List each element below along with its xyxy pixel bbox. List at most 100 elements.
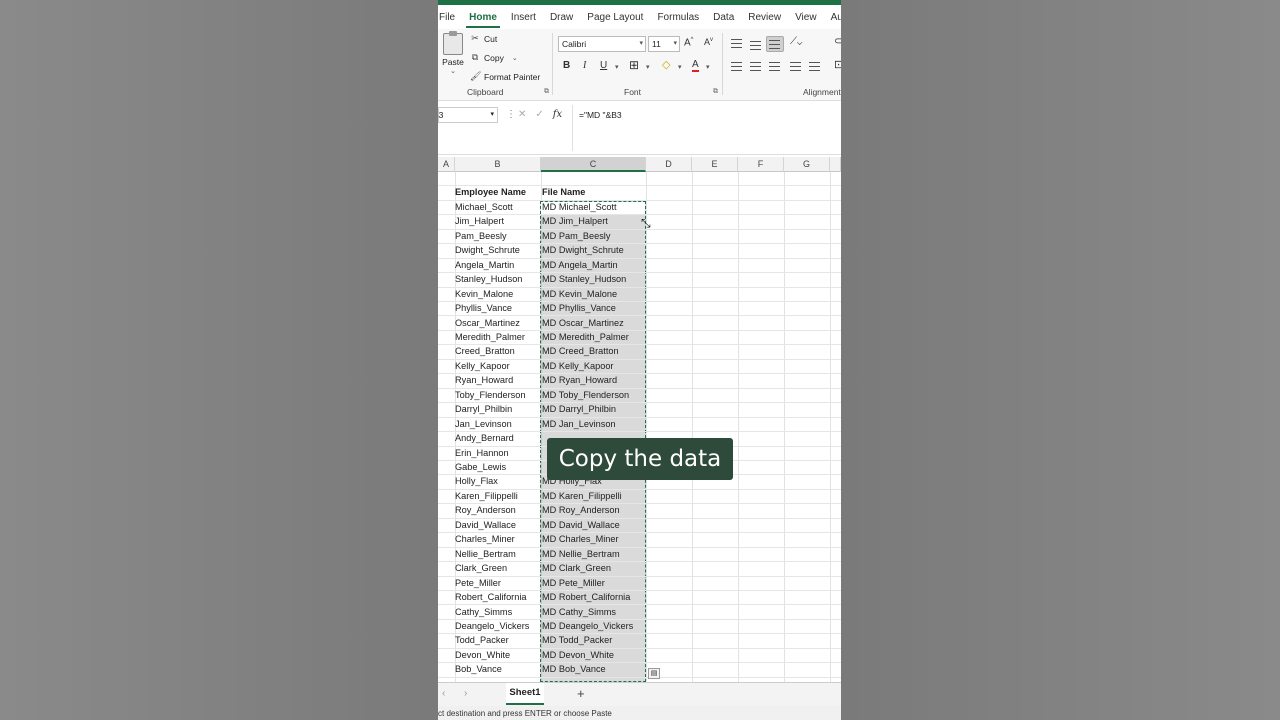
add-sheet-icon[interactable]: + [577, 686, 585, 701]
cell-employee-name[interactable]: Jim_Halpert [455, 216, 504, 226]
column-header-g[interactable]: G [784, 157, 830, 172]
name-box[interactable]: B3 ▾ [438, 107, 498, 123]
cancel-icon[interactable]: ✕ [518, 109, 526, 120]
font-name-select[interactable]: Calibri ▾ [558, 36, 646, 52]
column-header-a[interactable]: A [438, 157, 455, 172]
cell-employee-name[interactable]: Gabe_Lewis [455, 462, 506, 472]
cell-file-name[interactable]: MD Pete_Miller [542, 578, 605, 588]
italic-button[interactable]: I [583, 60, 586, 71]
cell-file-name[interactable]: MD Darryl_Philbin [542, 404, 616, 414]
chevron-down-icon[interactable]: ▾ [678, 63, 682, 71]
column-header-e[interactable]: E [692, 157, 738, 172]
align-top-icon[interactable] [731, 39, 742, 48]
header-file-name[interactable]: File Name [542, 187, 585, 197]
header-employee-name[interactable]: Employee Name [455, 187, 526, 197]
cell-file-name[interactable]: MD Deangelo_Vickers [542, 621, 633, 631]
cell-file-name[interactable]: MD Toby_Flenderson [542, 390, 629, 400]
cell-file-name[interactable]: MD Roy_Anderson [542, 505, 620, 515]
cell-employee-name[interactable]: Nellie_Bertram [455, 549, 516, 559]
cell-employee-name[interactable]: David_Wallace [455, 520, 516, 530]
tab-review[interactable]: Review [741, 12, 788, 23]
cell-file-name[interactable]: MD Nellie_Bertram [542, 549, 620, 559]
font-size-select[interactable]: 11 ▾ [648, 36, 680, 52]
decrease-font-size-icon[interactable]: Av [704, 37, 713, 47]
cell-employee-name[interactable]: Creed_Bratton [455, 346, 515, 356]
tab-formulas[interactable]: Formulas [650, 12, 706, 23]
cell-employee-name[interactable]: Pete_Miller [455, 578, 501, 588]
cell-employee-name[interactable]: Darryl_Philbin [455, 404, 512, 414]
cell-file-name[interactable]: MD Oscar_Martinez [542, 318, 624, 328]
cell-file-name[interactable]: MD Angela_Martin [542, 260, 618, 270]
decrease-indent-icon[interactable] [790, 62, 801, 71]
cell-file-name[interactable]: MD Dwight_Schrute [542, 245, 624, 255]
borders-icon[interactable]: ⊞ [629, 58, 639, 72]
cell-employee-name[interactable]: Holly_Flax [455, 476, 498, 486]
tab-draw[interactable]: Draw [543, 12, 580, 23]
dialog-launcher-icon[interactable]: ⧉ [713, 88, 718, 96]
chevron-down-icon[interactable]: ▾ [706, 63, 710, 71]
cell-employee-name[interactable]: Clark_Green [455, 563, 507, 573]
align-left-icon[interactable] [731, 62, 742, 71]
cell-employee-name[interactable]: Meredith_Palmer [455, 332, 525, 342]
chevron-left-icon[interactable]: ‹ [442, 688, 445, 699]
cell-employee-name[interactable]: Pam_Beesly [455, 231, 507, 241]
tab-file[interactable]: File [438, 12, 462, 23]
cell-file-name[interactable]: MD Charles_Miner [542, 534, 619, 544]
cell-employee-name[interactable]: Michael_Scott [455, 202, 513, 212]
align-right-icon[interactable] [769, 62, 780, 71]
enter-icon[interactable]: ✓ [535, 109, 543, 120]
tab-home[interactable]: Home [462, 12, 504, 28]
cell-employee-name[interactable]: Phyllis_Vance [455, 303, 512, 313]
cell-file-name[interactable]: MD Clark_Green [542, 563, 611, 573]
column-header-b[interactable]: B [455, 157, 541, 172]
cell-employee-name[interactable]: Deangelo_Vickers [455, 621, 529, 631]
formula-input[interactable]: ="MD "&B3 [579, 110, 622, 120]
cell-employee-name[interactable]: Kelly_Kapoor [455, 361, 510, 371]
cell-file-name[interactable]: MD Jan_Levinson [542, 419, 616, 429]
cell-employee-name[interactable]: Karen_Filippelli [455, 491, 518, 501]
cell-file-name[interactable]: MD Pam_Beesly [542, 231, 610, 241]
cell-file-name[interactable]: MD Jim_Halpert [542, 216, 608, 226]
increase-indent-icon[interactable] [809, 62, 820, 71]
cell-file-name[interactable]: MD Robert_California [542, 592, 630, 602]
cell-employee-name[interactable]: Stanley_Hudson [455, 274, 522, 284]
column-header-f[interactable]: F [738, 157, 784, 172]
insert-function-icon[interactable]: fx [553, 109, 562, 120]
merge-center-icon[interactable]: ⊡ [834, 58, 841, 71]
tab-automate[interactable]: Autor [824, 12, 841, 23]
font-color-icon[interactable]: A [692, 60, 699, 72]
tab-sheet1[interactable]: Sheet1 [506, 683, 544, 705]
tab-insert[interactable]: Insert [504, 12, 543, 23]
bold-button[interactable]: B [563, 60, 570, 71]
chevron-right-icon[interactable]: › [464, 688, 467, 699]
cell-file-name[interactable]: MD Karen_Filippelli [542, 491, 622, 501]
cell-employee-name[interactable]: Todd_Packer [455, 635, 509, 645]
tab-page-layout[interactable]: Page Layout [580, 12, 650, 23]
orientation-icon[interactable]: ⟋⌄ [790, 36, 802, 47]
cell-employee-name[interactable]: Bob_Vance [455, 664, 502, 674]
cell-employee-name[interactable]: Dwight_Schrute [455, 245, 520, 255]
column-header-d[interactable]: D [646, 157, 692, 172]
tab-view[interactable]: View [788, 12, 824, 23]
cut-button[interactable]: ✂ Cut [470, 33, 497, 44]
cell-file-name[interactable]: MD Devon_White [542, 650, 614, 660]
cell-employee-name[interactable]: Jan_Levinson [455, 419, 512, 429]
wrap-text-icon[interactable]: ⊂ [834, 36, 841, 47]
cell-file-name[interactable]: MD Ryan_Howard [542, 375, 617, 385]
chevron-down-icon[interactable]: ▾ [646, 63, 650, 71]
cell-employee-name[interactable]: Roy_Anderson [455, 505, 516, 515]
cell-employee-name[interactable]: Oscar_Martinez [455, 318, 520, 328]
cell-file-name[interactable]: MD Stanley_Hudson [542, 274, 626, 284]
column-header-c[interactable]: C [541, 157, 646, 172]
cell-file-name[interactable]: MD Meredith_Palmer [542, 332, 629, 342]
align-center-icon[interactable] [750, 62, 761, 71]
cell-employee-name[interactable]: Toby_Flenderson [455, 390, 525, 400]
cell-employee-name[interactable]: Erin_Hannon [455, 448, 509, 458]
copy-button[interactable]: ⧉ Copy ⌄ [470, 52, 518, 63]
paste-options-icon[interactable]: ▤ [648, 668, 660, 679]
fill-color-icon[interactable]: ◇ [662, 58, 670, 71]
cell-file-name[interactable]: MD David_Wallace [542, 520, 620, 530]
cell-employee-name[interactable]: Ryan_Howard [455, 375, 513, 385]
cell-employee-name[interactable]: Cathy_Simms [455, 607, 512, 617]
cell-employee-name[interactable]: Andy_Bernard [455, 433, 514, 443]
